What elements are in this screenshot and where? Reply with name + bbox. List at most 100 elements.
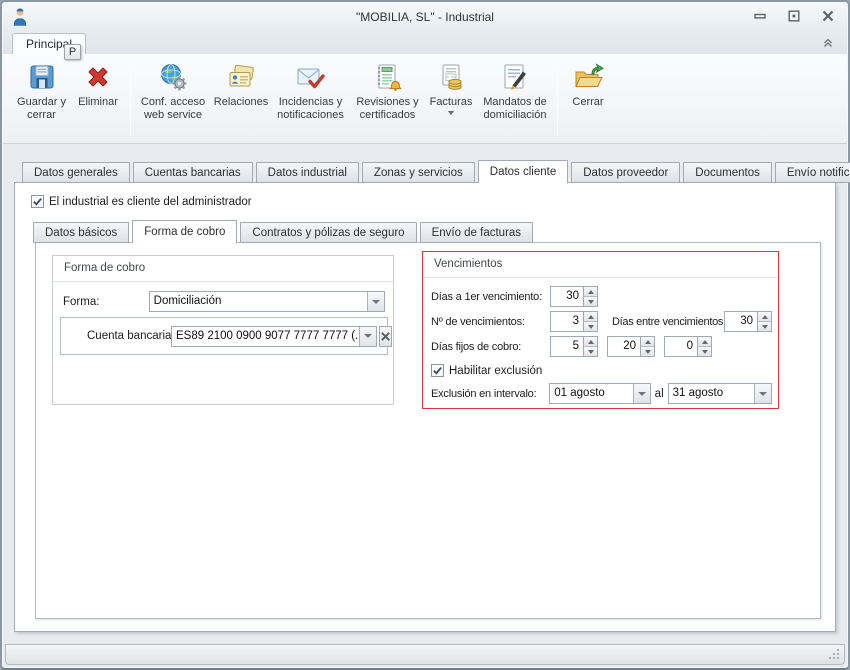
spinner-value[interactable]: 30 [550, 286, 583, 307]
mandatos-de-domiciliacion-button[interactable]: Mandatos de domiciliación [477, 57, 553, 139]
tab-label: Zonas y servicios [373, 167, 463, 179]
cuenta-bancaria-combobox[interactable]: ES89 2100 0900 9077 7777 7777 (... [171, 325, 377, 347]
revisions-icon [372, 61, 404, 93]
spin-buttons [757, 311, 772, 332]
spin-up-icon[interactable] [584, 337, 597, 347]
dias-1er-vencimiento-label: Días a 1er vencimiento: [431, 290, 542, 303]
dias-fijos-cobro-label: Días fijos de cobro: [431, 340, 522, 353]
dia-fijo-1-spinner[interactable]: 5 [550, 336, 598, 357]
tab-zonas-y-servicios[interactable]: Zonas y servicios [361, 162, 475, 183]
facturas-dropdown-arrow[interactable] [448, 111, 454, 115]
num-vencimientos-spinner[interactable]: 3 [550, 311, 598, 332]
tab-cuentas-bancarias[interactable]: Cuentas bancarias [132, 162, 253, 183]
web-service-icon [157, 61, 189, 93]
spin-down-icon[interactable] [758, 322, 771, 331]
tab-label: Datos cliente [489, 166, 557, 178]
button-label: Eliminar [78, 96, 118, 108]
tab-label: Envío de facturas [431, 227, 522, 239]
tab-datos-industrial[interactable]: Datos industrial [255, 162, 359, 183]
spin-up-icon[interactable] [758, 312, 771, 322]
conf-acceso-web-service-button[interactable]: Conf. acceso web service [135, 57, 211, 139]
resize-grip[interactable] [828, 648, 841, 661]
exclusion-desde-combobox[interactable]: 01 agosto [549, 383, 651, 404]
chevron-down-icon[interactable] [632, 384, 650, 403]
ribbon-tab-strip: Principal [3, 31, 847, 54]
spin-buttons [583, 336, 598, 357]
tab-envio-notificaciones[interactable]: Envío notificaciones [774, 162, 850, 183]
spin-buttons [583, 286, 598, 307]
spin-up-icon[interactable] [584, 312, 597, 322]
titlebar: "MOBILIA, SL" - Industrial [3, 3, 847, 31]
tab-label: Datos básicos [45, 227, 118, 239]
close-button[interactable] [819, 7, 837, 25]
dias-entre-vencimientos-spinner[interactable]: 30 [724, 311, 772, 332]
guardar-y-cerrar-button[interactable]: Guardar y cerrar [13, 57, 70, 139]
spin-buttons [583, 311, 598, 332]
al-label: al [654, 387, 664, 400]
subtab-contratos-y-polizas[interactable]: Contratos y pólizas de seguro [240, 222, 417, 243]
spin-up-icon[interactable] [584, 287, 597, 297]
chevron-down-icon[interactable] [367, 292, 384, 311]
status-bar [5, 644, 845, 665]
button-label: Revisiones y certificados [356, 96, 419, 121]
spin-buttons [697, 336, 712, 357]
revisiones-y-certificados-button[interactable]: Revisiones y certificados [350, 57, 425, 139]
save-icon [26, 61, 58, 93]
incidents-icon [295, 61, 327, 93]
checkbox-label: Habilitar exclusión [449, 364, 543, 377]
sub-tab-strip: Datos básicos Forma de cobro Contratos y… [33, 220, 536, 244]
restore-button[interactable] [785, 7, 803, 25]
subtab-datos-basicos[interactable]: Datos básicos [33, 222, 130, 243]
spin-up-icon[interactable] [698, 337, 711, 347]
relations-icon [225, 61, 257, 93]
forma-label: Forma: [63, 295, 100, 308]
dia-fijo-3-spinner[interactable]: 0 [664, 336, 712, 357]
spin-down-icon[interactable] [641, 347, 654, 356]
incidencias-y-notificaciones-button[interactable]: Incidencias y notificaciones [271, 57, 350, 139]
spin-down-icon[interactable] [698, 347, 711, 356]
dias-entre-vencimientos-label: Días entre vencimientos: [612, 315, 726, 328]
checkbox-check-icon [431, 364, 444, 377]
clear-cuenta-button[interactable] [379, 325, 392, 347]
minimize-button[interactable] [751, 7, 769, 25]
habilitar-exclusion-checkbox[interactable]: Habilitar exclusión [431, 364, 542, 377]
cuenta-bancaria-label: Cuenta bancaria: [87, 330, 175, 342]
subtab-forma-de-cobro[interactable]: Forma de cobro [132, 220, 238, 244]
button-label: Mandatos de domiciliación [483, 96, 547, 121]
spinner-value[interactable]: 30 [724, 311, 757, 332]
forma-combobox[interactable]: Domiciliación [148, 291, 385, 312]
spin-down-icon[interactable] [584, 297, 597, 306]
relaciones-button[interactable]: Relaciones [211, 57, 271, 139]
dia-fijo-2-spinner[interactable]: 20 [607, 336, 655, 357]
dias-1er-vencimiento-spinner[interactable]: 30 [550, 286, 598, 307]
subtab-envio-de-facturas[interactable]: Envío de facturas [419, 222, 534, 243]
eliminar-button[interactable]: Eliminar [70, 57, 126, 139]
cliente-administrador-checkbox[interactable]: El industrial es cliente del administrad… [31, 195, 252, 208]
tab-documentos[interactable]: Documentos [683, 162, 772, 183]
tab-datos-proveedor[interactable]: Datos proveedor [571, 162, 681, 183]
button-label: Relaciones [213, 96, 269, 108]
chevron-down-icon[interactable] [359, 326, 376, 346]
button-label: Facturas [429, 96, 473, 108]
tab-datos-generales[interactable]: Datos generales [22, 162, 130, 183]
tab-label: Forma de cobro [144, 226, 226, 238]
tab-label: Datos generales [34, 167, 118, 179]
group-title: Vencimientos [423, 252, 778, 278]
num-vencimientos-label: Nº de vencimientos: [431, 315, 525, 328]
spinner-value[interactable]: 3 [550, 311, 583, 332]
collapse-ribbon-icon[interactable] [821, 36, 835, 50]
facturas-button[interactable]: Facturas [425, 57, 477, 139]
tab-datos-cliente[interactable]: Datos cliente [477, 160, 569, 184]
spin-up-icon[interactable] [641, 337, 654, 347]
spinner-value[interactable]: 5 [550, 336, 583, 357]
workspace: Datos generales Cuentas bancarias Datos … [3, 145, 850, 641]
spinner-value[interactable]: 20 [607, 336, 640, 357]
chevron-down-icon[interactable] [754, 384, 771, 403]
spinner-value[interactable]: 0 [664, 336, 697, 357]
button-label: Cerrar [572, 96, 604, 108]
cerrar-button[interactable]: Cerrar [562, 57, 614, 139]
spin-down-icon[interactable] [584, 347, 597, 356]
forma-value: Domiciliación [153, 295, 222, 307]
spin-down-icon[interactable] [584, 322, 597, 331]
exclusion-hasta-combobox[interactable]: 31 agosto [667, 383, 772, 404]
